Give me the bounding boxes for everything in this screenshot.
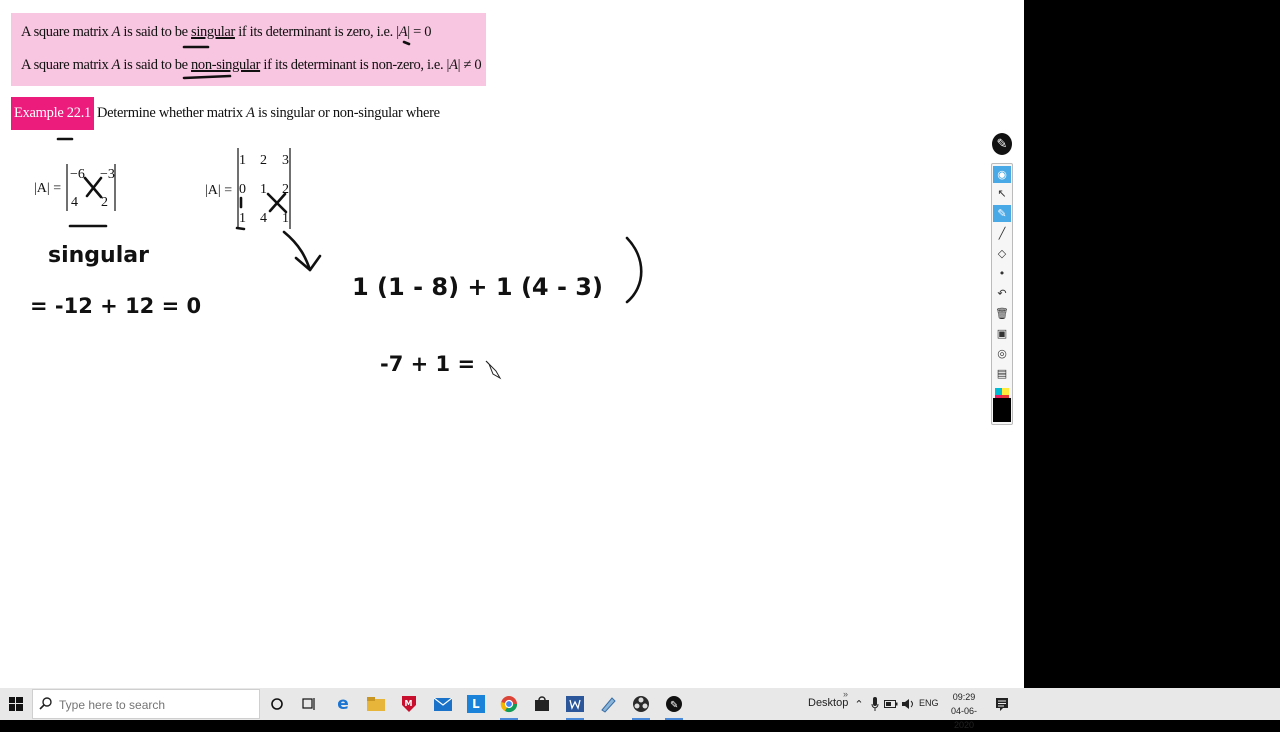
mail-icon[interactable] <box>431 692 455 716</box>
pen-cursor-icon <box>485 360 502 380</box>
cyan-swatch[interactable] <box>995 388 1002 395</box>
eraser-icon[interactable]: ◇ <box>993 245 1011 262</box>
search-input[interactable] <box>57 695 257 715</box>
matrix-a: |A| = −6 −3 4 2 <box>34 164 116 228</box>
eye-icon[interactable]: ◉ <box>993 166 1011 183</box>
line-icon[interactable]: ╱ <box>993 225 1011 242</box>
taskbar: e M L ✎ Desktop » ⌃ ENG 09:29 04-06-2020 <box>0 688 1280 730</box>
whiteboard-canvas[interactable]: A square matrix A is said to be singular… <box>0 0 1024 688</box>
search-icon <box>39 697 52 710</box>
svg-text:✎: ✎ <box>670 700 678 711</box>
matrix-b-cell: 3 <box>282 153 289 168</box>
mcafee-icon[interactable]: M <box>397 692 421 716</box>
matrix-b-cell: 2 <box>260 153 267 168</box>
yellow-swatch[interactable] <box>1002 388 1009 395</box>
matrix-a-label: |A| = <box>34 181 61 196</box>
matrix-b-cell: 1 <box>239 211 246 226</box>
edge-icon[interactable]: e <box>331 692 355 716</box>
matrix-b-cell: 4 <box>260 211 267 226</box>
arrow-stroke <box>282 230 312 272</box>
handwritten-result-b: -7 + 1 = <box>380 352 475 376</box>
matrix-a-cell: −6 <box>70 167 85 182</box>
cross-multiply-mark <box>83 176 103 199</box>
cortana-icon[interactable] <box>265 692 289 716</box>
cross-multiply-mark <box>266 192 288 214</box>
handwritten-calc-a: = -12 + 12 = 0 <box>30 294 201 318</box>
battery-icon[interactable] <box>884 696 898 712</box>
annotation-toolbar: ✎ ◉ ↖ ✎ ╱ ◇ • ↶ 🗑 ▣ ◎ ▤ <box>990 133 1014 425</box>
dot-icon[interactable]: • <box>993 265 1011 282</box>
toolbar-panel: ◉ ↖ ✎ ╱ ◇ • ↶ 🗑 ▣ ◎ ▤ <box>991 163 1013 425</box>
matrix-b-cell: 1 <box>282 211 289 226</box>
lync-icon[interactable]: L <box>467 695 485 713</box>
pen-tool-icon[interactable] <box>596 692 620 716</box>
clock[interactable]: 09:29 04-06-2020 <box>944 690 984 732</box>
task-view-icon[interactable] <box>297 692 321 716</box>
pen-logo-icon[interactable]: ✎ <box>992 133 1012 155</box>
clipboard-icon[interactable]: ▤ <box>993 365 1011 382</box>
matrix-b: |A| = 1 2 3 0 1 2 1 4 1 <box>205 148 291 231</box>
language-indicator[interactable]: ENG <box>919 698 939 708</box>
large-paren <box>625 236 643 304</box>
file-explorer-icon[interactable] <box>364 692 388 716</box>
annotation-app-icon[interactable]: ✎ <box>662 692 686 720</box>
board-drawing: |A| = −6 −3 4 2 |A| = 1 2 3 0 1 2 1 4 1 <box>30 40 643 380</box>
windows-icon <box>9 697 23 711</box>
chrome-icon[interactable] <box>497 692 521 720</box>
cursor-icon[interactable]: ↖ <box>993 185 1011 202</box>
volume-icon[interactable] <box>900 696 914 712</box>
whiteboard-icon[interactable]: ▣ <box>993 325 1011 342</box>
undo-icon[interactable]: ↶ <box>993 285 1011 302</box>
chevron-up-icon[interactable]: ⌃ <box>852 696 866 712</box>
black-swatch[interactable] <box>993 398 1011 422</box>
matrix-b-label: |A| = <box>205 183 232 198</box>
handwritten-calc-b: 1 (1 - 8) + 1 (4 - 3) <box>352 273 603 301</box>
microphone-icon[interactable] <box>868 696 882 712</box>
toolbar-chevrons[interactable]: » <box>843 689 848 699</box>
handwritten-singular: singular <box>48 243 149 268</box>
store-icon[interactable] <box>530 692 554 716</box>
matrix-b-cell: 1 <box>260 182 267 197</box>
pen-icon[interactable]: ✎ <box>993 205 1011 222</box>
matrix-a-cell: 4 <box>71 195 78 210</box>
matrix-a-cell: −3 <box>100 167 115 182</box>
matrix-b-cell: 0 <box>239 182 246 197</box>
trash-icon[interactable]: 🗑 <box>993 305 1011 322</box>
notification-icon[interactable] <box>994 696 1010 712</box>
camera-icon[interactable]: ◎ <box>993 345 1011 362</box>
obs-icon[interactable] <box>629 692 653 720</box>
start-button[interactable] <box>0 688 32 720</box>
search-box[interactable] <box>32 689 260 719</box>
clock-date: 04-06-2020 <box>950 706 977 730</box>
document-app-icon[interactable] <box>563 692 587 720</box>
svg-text:M: M <box>405 699 413 708</box>
matrix-b-cell: 1 <box>239 153 246 168</box>
clock-time: 09:29 <box>952 692 976 702</box>
